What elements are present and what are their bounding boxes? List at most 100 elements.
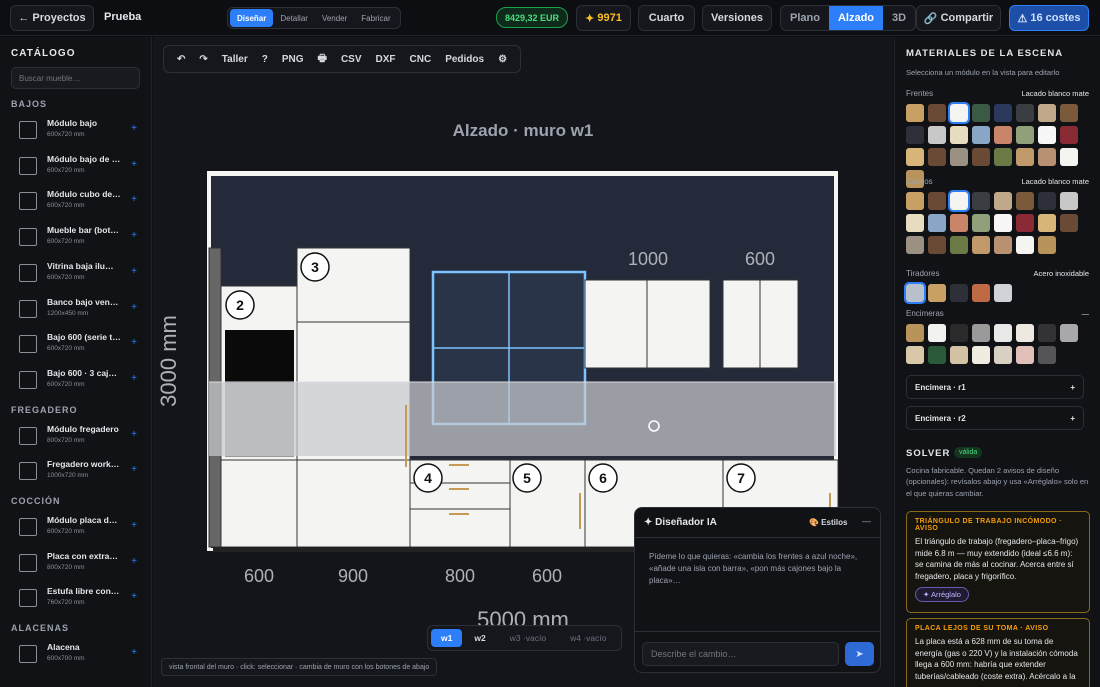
wall-tab-w4[interactable]: w4 ·vacío — [558, 629, 618, 647]
material-swatch[interactable] — [994, 346, 1012, 364]
catalog-item[interactable]: Módulo fregadero 800x720 mm + — [11, 419, 141, 453]
mode-detallar[interactable]: Detallar — [273, 9, 315, 27]
add-icon[interactable]: + — [131, 556, 137, 567]
material-swatch[interactable] — [1038, 104, 1056, 122]
minimize-button[interactable]: — — [862, 516, 871, 526]
material-swatch[interactable] — [928, 148, 946, 166]
mode-fabricar[interactable]: Fabricar — [354, 9, 397, 27]
add-icon[interactable]: + — [131, 373, 137, 384]
catalog-item[interactable]: Bajo 600 (serie t… 600x720 mm + — [11, 327, 141, 361]
material-swatch[interactable] — [906, 324, 924, 342]
material-swatch[interactable] — [972, 324, 990, 342]
catalog-item[interactable]: Banco bajo ven… 1200x450 mm + — [11, 292, 141, 326]
material-swatch[interactable] — [928, 236, 946, 254]
versions-button[interactable]: Versiones — [702, 5, 772, 31]
material-swatch[interactable] — [1038, 346, 1056, 364]
catalog-item[interactable]: Módulo placa d… 600x720 mm + — [11, 510, 141, 544]
material-swatch[interactable] — [906, 236, 924, 254]
send-button[interactable]: ➤ — [845, 642, 874, 666]
material-swatch[interactable] — [994, 236, 1012, 254]
mode-disenar[interactable]: Diseñar — [230, 9, 274, 27]
material-swatch[interactable] — [1016, 324, 1034, 342]
add-icon[interactable]: + — [131, 647, 137, 658]
share-button[interactable]: 🔗 Compartir — [916, 5, 1001, 31]
costs-button[interactable]: ⚠ 16 costes — [1009, 5, 1089, 31]
base-module-2[interactable] — [296, 459, 411, 548]
material-swatch[interactable] — [1038, 324, 1056, 342]
material-swatch[interactable] — [906, 192, 924, 210]
material-swatch[interactable] — [950, 346, 968, 364]
catalog-item[interactable]: Mueble bar (bot… 600x720 mm + — [11, 220, 141, 254]
material-swatch[interactable] — [950, 214, 968, 232]
material-swatch[interactable] — [972, 236, 990, 254]
fix-button[interactable]: ✦ Arréglalo — [915, 587, 969, 603]
material-swatch[interactable] — [1038, 192, 1056, 210]
back-to-projects-button[interactable]: ← Proyectos — [10, 5, 94, 31]
material-swatch[interactable] — [950, 324, 968, 342]
credits-button[interactable]: ✦ 9971 — [576, 5, 631, 31]
catalog-item[interactable]: Estufa libre con… 760x720 mm + — [11, 581, 141, 615]
catalog-item[interactable]: Fregadero work… 1000x720 mm + — [11, 454, 141, 488]
material-swatch[interactable] — [904, 282, 926, 304]
material-swatch[interactable] — [906, 346, 924, 364]
countertop-row-r1[interactable]: Encimera · r1 + — [906, 375, 1084, 399]
material-swatch[interactable] — [972, 214, 990, 232]
add-icon[interactable]: + — [131, 194, 137, 205]
countertop-band[interactable] — [209, 382, 836, 456]
material-swatch[interactable] — [948, 102, 970, 124]
add-icon[interactable]: + — [131, 266, 137, 277]
material-swatch[interactable] — [906, 126, 924, 144]
material-swatch[interactable] — [1016, 236, 1034, 254]
material-swatch[interactable] — [928, 126, 946, 144]
material-swatch[interactable] — [1016, 346, 1034, 364]
catalog-item[interactable]: Módulo cubo de… 600x720 mm + — [11, 184, 141, 218]
wall-tab-w2[interactable]: w2 — [462, 629, 497, 647]
material-swatch[interactable] — [906, 104, 924, 122]
material-swatch[interactable] — [1016, 214, 1034, 232]
add-icon[interactable]: + — [131, 230, 137, 241]
material-swatch[interactable] — [972, 126, 990, 144]
material-swatch[interactable] — [1016, 104, 1034, 122]
material-swatch[interactable] — [972, 192, 990, 210]
add-icon[interactable]: + — [131, 429, 137, 440]
catalog-item[interactable]: Alacena 600x700 mm + — [11, 637, 141, 671]
material-swatch[interactable] — [950, 284, 968, 302]
material-swatch[interactable] — [994, 324, 1012, 342]
material-swatch[interactable] — [972, 284, 990, 302]
material-swatch[interactable] — [928, 284, 946, 302]
styles-button[interactable]: 🎨 Estilos — [809, 518, 847, 527]
material-swatch[interactable] — [928, 104, 946, 122]
material-swatch[interactable] — [1060, 104, 1078, 122]
material-swatch[interactable] — [1016, 148, 1034, 166]
add-icon[interactable]: + — [131, 302, 137, 313]
material-swatch[interactable] — [928, 324, 946, 342]
catalog-item[interactable]: Módulo bajo de … 600x720 mm + — [11, 149, 141, 183]
material-swatch[interactable] — [928, 192, 946, 210]
add-icon[interactable]: + — [131, 464, 137, 475]
catalog-item[interactable]: Bajo 600 · 3 caj… 600x720 mm + — [11, 363, 141, 397]
ai-prompt-input[interactable] — [642, 642, 839, 666]
material-swatch[interactable] — [1038, 214, 1056, 232]
material-swatch[interactable] — [1060, 126, 1078, 144]
material-swatch[interactable] — [994, 214, 1012, 232]
material-swatch[interactable] — [906, 148, 924, 166]
mode-vender[interactable]: Vender — [315, 9, 354, 27]
catalog-item[interactable]: Módulo bajo 600x720 mm + — [11, 113, 141, 147]
material-swatch[interactable] — [1016, 126, 1034, 144]
material-swatch[interactable] — [1060, 148, 1078, 166]
material-swatch[interactable] — [1038, 148, 1056, 166]
add-icon[interactable]: + — [131, 159, 137, 170]
material-swatch[interactable] — [994, 148, 1012, 166]
wall-tab-w1[interactable]: w1 — [431, 629, 463, 647]
countertop-row-r2[interactable]: Encimera · r2 + — [906, 406, 1084, 430]
view-alzado[interactable]: Alzado — [828, 6, 884, 30]
material-swatch[interactable] — [948, 190, 970, 212]
material-swatch[interactable] — [1038, 236, 1056, 254]
material-swatch[interactable] — [906, 214, 924, 232]
room-button[interactable]: Cuarto — [638, 5, 695, 31]
add-icon[interactable]: + — [131, 123, 137, 134]
material-swatch[interactable] — [950, 148, 968, 166]
catalog-item[interactable]: Placa con extra… 800x720 mm + — [11, 546, 141, 580]
view-plano[interactable]: Plano — [781, 6, 829, 30]
wall-tab-w3[interactable]: w3 ·vacío — [498, 629, 558, 647]
